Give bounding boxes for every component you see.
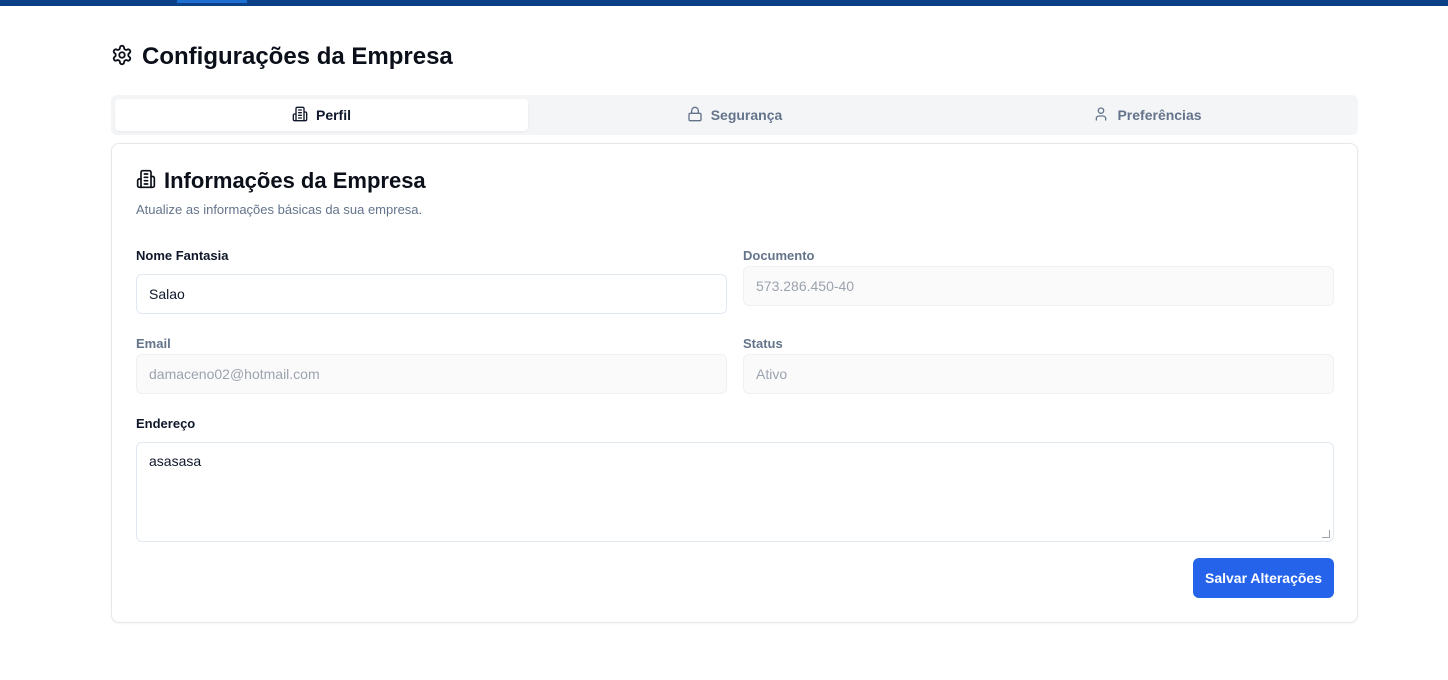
endereco-textarea[interactable]: asasasa: [136, 442, 1334, 542]
email-input: damaceno02@hotmail.com: [136, 354, 727, 394]
page-title: Configurações da Empresa: [142, 43, 453, 70]
nome-fantasia-label: Nome Fantasia: [136, 248, 229, 263]
card-description: Atualize as informações básicas da sua e…: [136, 202, 423, 217]
endereco-value: asasasa: [149, 453, 202, 469]
status-input: Ativo: [743, 354, 1334, 394]
building-icon: [292, 106, 308, 125]
tab-preferencias[interactable]: Preferências: [941, 99, 1354, 131]
settings-page: Configurações da Empresa Perfil Seguranç…: [111, 40, 1358, 623]
lock-icon: [687, 106, 703, 125]
card-title: Informações da Empresa: [164, 168, 426, 193]
tab-perfil[interactable]: Perfil: [115, 99, 528, 131]
email-label: Email: [136, 336, 171, 351]
tab-label: Segurança: [710, 107, 783, 123]
page-header: Configurações da Empresa: [111, 40, 1358, 74]
nome-fantasia-input[interactable]: Salao: [136, 274, 727, 314]
topbar-active-indicator: [177, 0, 247, 3]
building-icon: [136, 169, 156, 194]
gear-icon: [111, 44, 133, 71]
top-navigation-bar: [0, 0, 1448, 6]
settings-tabs: Perfil Segurança Preferências: [111, 95, 1358, 135]
status-label: Status: [743, 336, 783, 351]
tab-label: Perfil: [315, 107, 351, 123]
resize-handle[interactable]: [1322, 530, 1330, 538]
endereco-label: Endereço: [136, 416, 196, 431]
save-button[interactable]: Salvar Alterações: [1193, 558, 1334, 598]
company-info-card: Informações da Empresa Atualize as infor…: [111, 143, 1358, 623]
tab-seguranca[interactable]: Segurança: [528, 99, 941, 131]
user-icon: [1093, 106, 1109, 125]
documento-input: 573.286.450-40: [743, 266, 1334, 306]
documento-label: Documento: [743, 248, 815, 263]
card-header: Informações da Empresa: [136, 168, 426, 194]
tab-label: Preferências: [1117, 107, 1202, 123]
